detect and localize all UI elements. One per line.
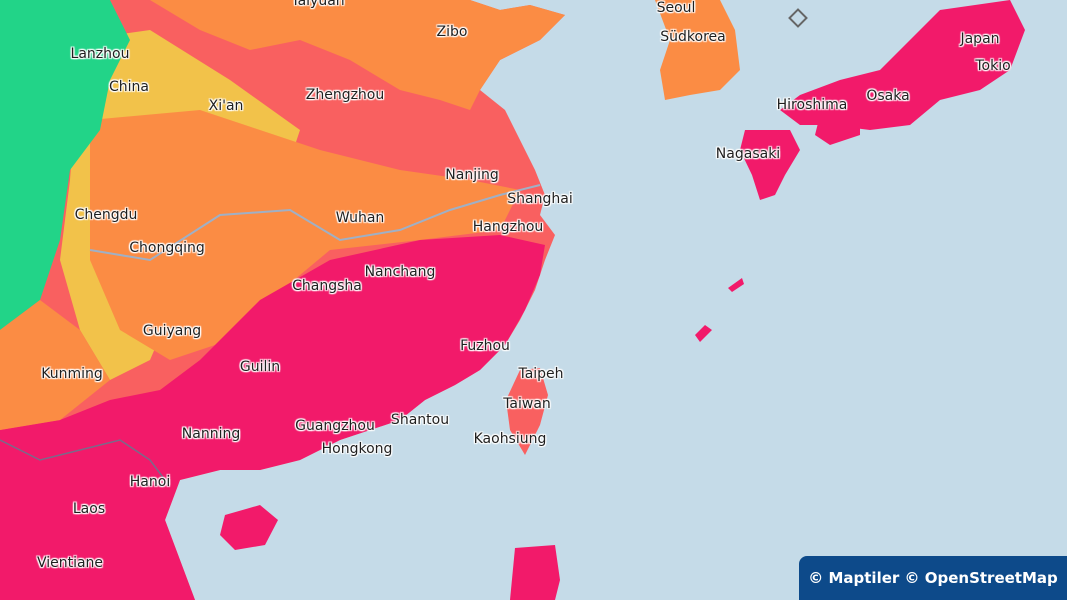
weather-map[interactable]: Taiyuan Seoul Zibo Südkorea Japan Tokio … [0, 0, 1067, 600]
city-label-wuhan[interactable]: Wuhan [336, 210, 385, 226]
city-label-guiyang[interactable]: Guiyang [143, 323, 201, 339]
attribution-text: © Maptiler © OpenStreetMap [808, 569, 1058, 587]
city-label-osaka[interactable]: Osaka [866, 88, 909, 104]
city-label-taipeh[interactable]: Taipeh [518, 366, 563, 382]
city-label-chongqing[interactable]: Chongqing [129, 240, 205, 256]
country-label-taiwan[interactable]: Taiwan [503, 396, 551, 412]
city-label-xian[interactable]: Xi'an [209, 98, 244, 114]
city-label-shanghai[interactable]: Shanghai [507, 191, 572, 207]
map-attribution[interactable]: © Maptiler © OpenStreetMap [799, 556, 1067, 600]
country-label-laos[interactable]: Laos [73, 501, 105, 517]
city-label-changsha[interactable]: Changsha [292, 278, 362, 294]
city-label-shantou[interactable]: Shantou [391, 412, 449, 428]
country-label-sudkorea[interactable]: Südkorea [660, 29, 725, 45]
city-label-hongkong[interactable]: Hongkong [322, 441, 393, 457]
luzon-island [510, 545, 560, 600]
city-label-nanjing[interactable]: Nanjing [445, 167, 498, 183]
city-label-seoul[interactable]: Seoul [657, 0, 696, 16]
city-label-nanchang[interactable]: Nanchang [365, 264, 436, 280]
city-label-nanning[interactable]: Nanning [182, 426, 240, 442]
city-label-guilin[interactable]: Guilin [240, 359, 280, 375]
country-label-japan[interactable]: Japan [960, 31, 999, 47]
city-label-kunming[interactable]: Kunming [41, 366, 103, 382]
city-label-tokio[interactable]: Tokio [975, 58, 1010, 74]
city-label-kaohsiung[interactable]: Kaohsiung [474, 431, 547, 447]
country-label-china[interactable]: China [109, 79, 149, 95]
city-label-hanoi[interactable]: Hanoi [130, 474, 170, 490]
city-label-guangzhou[interactable]: Guangzhou [295, 418, 375, 434]
city-label-nagasaki[interactable]: Nagasaki [716, 146, 780, 162]
city-label-vientiane[interactable]: Vientiane [37, 555, 103, 571]
city-label-taiyuan[interactable]: Taiyuan [291, 0, 344, 9]
city-label-zhengzhou[interactable]: Zhengzhou [306, 87, 385, 103]
city-label-lanzhou[interactable]: Lanzhou [71, 46, 130, 62]
city-label-chengdu[interactable]: Chengdu [75, 207, 138, 223]
city-label-hangzhou[interactable]: Hangzhou [473, 219, 544, 235]
city-label-fuzhou[interactable]: Fuzhou [460, 338, 510, 354]
city-label-zibo[interactable]: Zibo [437, 24, 468, 40]
city-label-hiroshima[interactable]: Hiroshima [777, 97, 848, 113]
